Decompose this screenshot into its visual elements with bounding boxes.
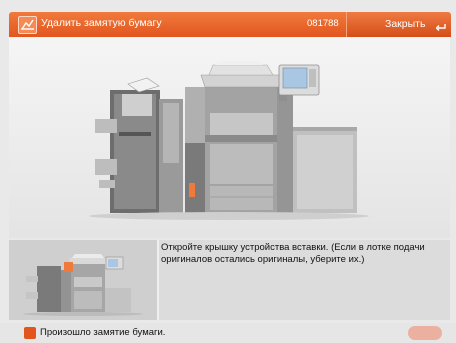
printer-machine-illustration <box>89 61 369 220</box>
title-bar: Удалить замятую бумагу 081788 Закрыть <box>9 12 451 37</box>
status-message: Произошло замятие бумаги. <box>40 327 166 338</box>
close-button[interactable]: Закрыть <box>346 12 451 37</box>
machine-illustration-area <box>9 37 450 238</box>
enter-return-icon <box>436 24 446 31</box>
instruction-panel: Откройте крышку устройства вставки. (Есл… <box>9 240 450 320</box>
instruction-text: Откройте крышку устройства вставки. (Есл… <box>161 242 425 265</box>
screen: Удалить замятую бумагу 081788 Закрыть От… <box>0 0 456 343</box>
printer-thumbnail-illustration <box>9 240 159 320</box>
error-code: 081788 <box>307 18 339 29</box>
status-indicator-button[interactable] <box>408 326 442 340</box>
page-title: Удалить замятую бумагу <box>41 17 162 29</box>
close-button-label: Закрыть <box>385 18 426 30</box>
status-bar: Произошло замятие бумаги. <box>0 323 456 343</box>
error-icon <box>24 327 36 339</box>
paper-jam-icon <box>18 16 37 34</box>
